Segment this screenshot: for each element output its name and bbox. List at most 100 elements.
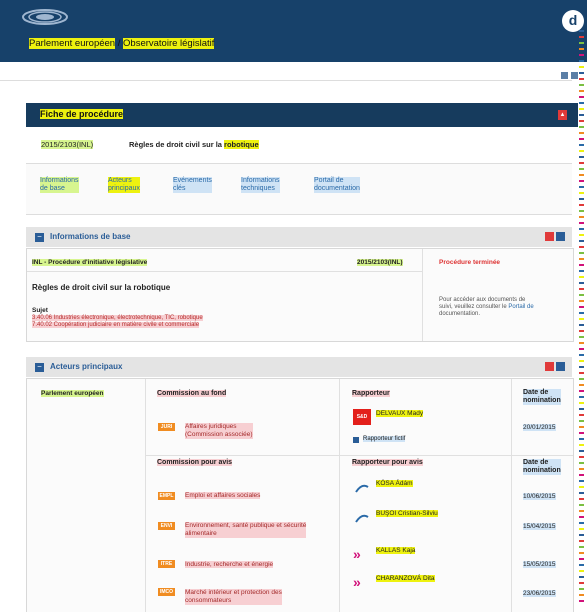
site-title-parliament[interactable]: Parlement européen xyxy=(29,38,116,49)
committee-badge[interactable]: JURI xyxy=(158,423,175,431)
nomination-date: 15/04/2015 xyxy=(523,523,556,530)
shadow-rapporteur-icon[interactable] xyxy=(353,437,359,443)
column-header: Commission au fond xyxy=(157,390,227,397)
basic-info-title-text: Règles de droit civil sur la robotique xyxy=(32,283,171,292)
committee-badge[interactable]: ITRE xyxy=(158,560,175,568)
decoration-dash xyxy=(579,552,584,554)
tab-acteurs-principaux[interactable]: Acteurs principaux xyxy=(108,177,140,193)
tab-informations-de-base[interactable]: Informations de base xyxy=(40,177,79,193)
decoration-dash xyxy=(579,480,584,482)
decoration-dash xyxy=(579,372,584,374)
decoration-dash xyxy=(579,546,584,548)
divider xyxy=(511,379,512,612)
decoration-dash xyxy=(579,492,584,494)
decoration-dash xyxy=(579,486,584,488)
committee-badge[interactable]: ENVI xyxy=(158,522,175,530)
alde-logo-icon: » xyxy=(353,546,361,562)
shadow-rapporteur-link[interactable]: Rapporteur fictif xyxy=(363,436,406,442)
pdf-icon[interactable] xyxy=(545,362,554,371)
committee-badge[interactable]: IMCO xyxy=(158,588,175,596)
rapporteur-name[interactable]: DELVAUX Mady xyxy=(376,410,424,417)
decoration-dash xyxy=(579,318,584,320)
site-header: Parlement européen / Observatoire législ… xyxy=(0,0,587,62)
tab-informations-techniques[interactable]: Informations techniques xyxy=(241,177,280,193)
toolbar-icons xyxy=(559,71,579,82)
procedure-file-header: Fiche de procédure ▲ xyxy=(26,103,578,127)
decoration-dash xyxy=(579,570,584,572)
rapporteur-name[interactable]: KALLAS Kaja xyxy=(376,547,416,554)
committee-name[interactable]: Emploi et affaires sociales xyxy=(185,492,261,499)
tab-label: de base xyxy=(40,185,65,192)
portal-link[interactable]: Portail de xyxy=(508,304,533,310)
decoration-dash xyxy=(579,162,584,164)
decoration-dash xyxy=(579,582,584,584)
tab-label: techniques xyxy=(241,185,275,192)
tab-label: Portail de xyxy=(314,177,344,184)
institution-label: Parlement européen xyxy=(41,390,104,397)
tab-evenements-cles[interactable]: Evénements clés xyxy=(173,177,212,193)
procedure-tabs: Informations de base Acteurs principaux Ev… xyxy=(26,163,572,215)
decoration-dash xyxy=(579,360,584,362)
rapporteur-name[interactable]: BUŞOI Cristian-Silviu xyxy=(376,510,438,517)
pdf-icon[interactable]: ▲ xyxy=(558,110,567,120)
rapporteur-name[interactable]: KÓSA Ádám xyxy=(376,480,413,487)
decoration-dash xyxy=(579,354,584,356)
decoration-dash xyxy=(579,342,584,344)
decoration-dash xyxy=(579,558,584,560)
decoration-dash xyxy=(579,60,584,62)
export-icon[interactable] xyxy=(556,232,565,241)
brand-logo-icon[interactable]: d xyxy=(562,10,584,32)
site-title[interactable]: Parlement européen / Observatoire législ… xyxy=(29,38,215,49)
basic-info-header[interactable]: − Informations de base xyxy=(26,227,572,247)
actors-card: Parlement européen Commission au fond Ra… xyxy=(26,378,574,612)
site-title-observatory[interactable]: Observatoire législatif xyxy=(123,38,215,49)
committee-name[interactable]: Industrie, recherche et énergie xyxy=(185,561,274,568)
decoration-dash xyxy=(579,168,584,170)
basic-info-reference: 2015/2103(INL) xyxy=(357,259,403,266)
decoration-dash xyxy=(579,258,584,260)
decoration-dash xyxy=(579,528,584,530)
tab-portail-documentation[interactable]: Portail de documentation xyxy=(314,177,360,193)
decoration-dash xyxy=(579,282,584,284)
pdf-icon[interactable] xyxy=(545,232,554,241)
parliament-logo-icon[interactable] xyxy=(22,5,68,25)
subject-item[interactable]: 3.40.06 Industries électronique, électro… xyxy=(32,315,203,321)
procedure-status: Procédure terminée xyxy=(439,259,501,266)
tab-label: clés xyxy=(173,185,186,192)
export-icon[interactable] xyxy=(556,362,565,371)
actors-header[interactable]: − Acteurs principaux xyxy=(26,357,572,377)
decoration-dash xyxy=(579,294,584,296)
decoration-dash xyxy=(579,594,584,596)
procedure-title: Règles de droit civil sur la robotique xyxy=(129,140,259,149)
decoration-dash xyxy=(579,90,584,92)
decoration-dash xyxy=(579,432,584,434)
column-header-line: nomination xyxy=(523,467,561,474)
committee-name[interactable]: Marché intérieur et protection des consom… xyxy=(185,589,282,605)
decoration-dash xyxy=(579,588,584,590)
decoration-dash xyxy=(579,504,584,506)
lead-committee-name[interactable]: Affaires juridiques (Commission associée) xyxy=(185,423,253,439)
decoration-dash xyxy=(579,180,584,182)
committee-name-line: (Commission associée) xyxy=(185,431,253,438)
print-icon[interactable] xyxy=(560,71,569,80)
portal-note: Pour accéder aux documents de suivi, veu… xyxy=(439,297,564,318)
collapse-icon[interactable]: − xyxy=(35,363,44,372)
basic-info-title: Informations de base xyxy=(50,232,131,241)
subject-label: Sujet xyxy=(32,307,48,314)
subject-item[interactable]: 7.40.02 Coopération judiciaire en matièr… xyxy=(32,322,200,328)
decoration-dash xyxy=(579,306,584,308)
decoration-dash xyxy=(579,336,584,338)
procedure-file-title: Fiche de procédure xyxy=(40,109,124,119)
committee-name[interactable]: Environnement, santé publique et sécurit… xyxy=(185,522,307,538)
committee-name-line: alimentaire xyxy=(185,530,217,537)
decoration-dash xyxy=(579,312,584,314)
decoration-dash xyxy=(579,498,584,500)
decoration-dash xyxy=(579,186,584,188)
collapse-icon[interactable]: − xyxy=(35,233,44,242)
tab-label: principaux xyxy=(108,185,140,192)
committee-badge[interactable]: EMPL xyxy=(158,492,175,500)
group-logo-icon: S&D xyxy=(353,409,371,425)
decoration-dash xyxy=(579,366,584,368)
rapporteur-name[interactable]: CHARANZOVÁ Dita xyxy=(376,575,435,582)
decoration-dash xyxy=(579,270,584,272)
